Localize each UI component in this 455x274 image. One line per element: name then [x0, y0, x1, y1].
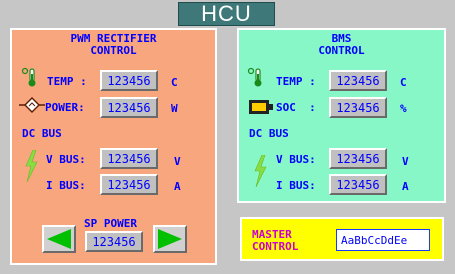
bms-vbus-unit: V: [402, 155, 409, 168]
bms-dcbus-label: DC BUS: [249, 127, 289, 140]
arrow-right-icon: [158, 229, 182, 249]
master-label-line2: CONTROL: [252, 240, 299, 253]
pwm-temp-label: TEMP :: [47, 75, 87, 88]
pwm-ibus-value: 123456: [100, 174, 158, 195]
bms-soc-unit: %: [400, 102, 407, 115]
pwm-vbus-label: V BUS:: [46, 153, 86, 166]
pwm-ibus-label: I BUS:: [46, 179, 86, 192]
arrow-left-icon: [47, 229, 71, 249]
power-icon: [19, 97, 45, 117]
bms-soc-value: 123456: [329, 97, 387, 118]
bms-ibus-label: I BUS:: [276, 179, 316, 192]
bms-heading-line2: CONTROL: [318, 44, 365, 57]
pwm-dcbus-label: DC BUS: [22, 127, 62, 140]
sp-power-value: 123456: [85, 231, 143, 252]
thermometer-icon: [247, 67, 267, 93]
pwm-temp-unit: C: [171, 76, 178, 89]
bms-temp-label: TEMP :: [276, 75, 316, 88]
bms-soc-label: SOC :: [276, 101, 316, 114]
pwm-power-value: 123456: [100, 97, 158, 118]
lightning-icon: [24, 149, 38, 186]
sp-power-increase-button[interactable]: [153, 225, 187, 253]
master-control-label: MASTER CONTROL: [252, 229, 298, 253]
pwm-temp-value: 123456: [100, 70, 158, 91]
thermometer-icon: [21, 67, 41, 93]
pwm-panel-heading: PWM RECTIFIER CONTROL: [10, 33, 217, 57]
pwm-power-label: POWER:: [45, 101, 85, 114]
lightning-icon: [253, 154, 267, 191]
bms-ibus-value: 123456: [329, 174, 387, 195]
bms-ibus-unit: A: [402, 180, 409, 193]
pwm-vbus-unit: V: [174, 155, 181, 168]
sp-power-label: SP POWER: [84, 217, 137, 230]
master-control-input[interactable]: [336, 229, 430, 251]
page-title: HCU: [178, 1, 275, 26]
bms-vbus-label: V BUS:: [276, 153, 316, 166]
sp-power-decrease-button[interactable]: [42, 225, 76, 253]
pwm-ibus-unit: A: [174, 180, 181, 193]
battery-icon: [249, 99, 273, 118]
pwm-vbus-value: 123456: [100, 148, 158, 169]
bms-vbus-value: 123456: [329, 148, 387, 169]
bms-panel-heading: BMS CONTROL: [237, 33, 446, 57]
bms-temp-value: 123456: [329, 70, 387, 91]
bms-temp-unit: C: [400, 76, 407, 89]
pwm-heading-line2: CONTROL: [90, 44, 137, 57]
pwm-power-unit: W: [171, 102, 178, 115]
